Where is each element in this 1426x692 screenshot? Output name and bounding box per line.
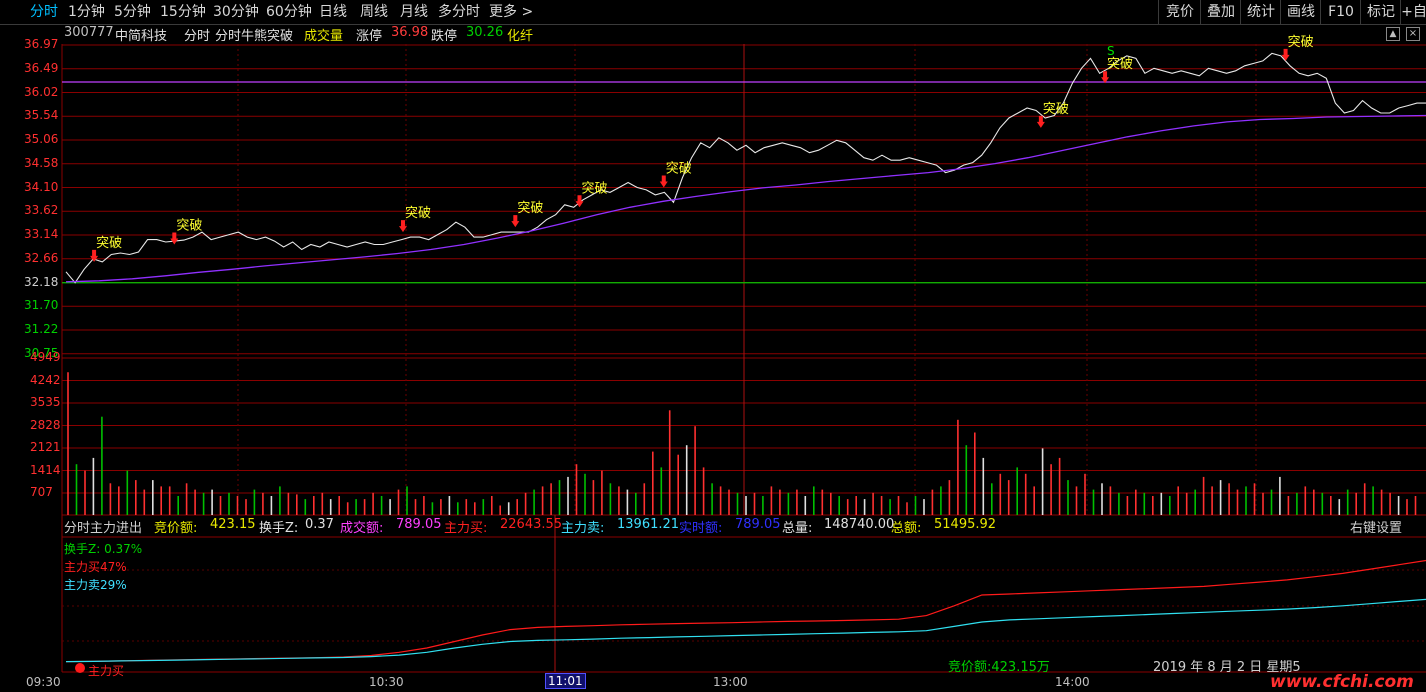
price-tick-label: 36.02: [24, 84, 59, 99]
realtime-amount-label: 实时额:: [679, 521, 723, 536]
main-buy-label: 主力买:: [444, 521, 488, 536]
breakout-label: 突破: [1288, 34, 1314, 50]
volume-tick-label: 3535: [30, 395, 61, 409]
price-tick-label: 36.49: [24, 60, 59, 75]
price-tick-label: 33.14: [24, 227, 59, 241]
price-tick-label: 32.66: [24, 250, 59, 265]
main-sell-value: 13961.21: [617, 517, 680, 532]
legend-turnover: 换手Z: 0.37%: [64, 542, 143, 556]
crosshair-time-tick: 11:01: [545, 673, 586, 689]
main-sell-label: 主力卖:: [561, 521, 605, 536]
turnover-value: 0.37: [305, 517, 334, 532]
indicator-header: 分时主力进出 竞价额: 423.15 换手Z: 0.37 成交额: 789.05…: [0, 516, 1426, 536]
turnover-label: 换手Z:: [259, 521, 299, 536]
time-tick: 14:00: [1055, 675, 1090, 689]
price-tick-label: 34.58: [24, 155, 59, 170]
breakout-label: 突破: [1107, 56, 1133, 72]
price-tick-label: 36.97: [24, 37, 59, 51]
volume-tick-label: 2121: [30, 440, 61, 454]
breakout-label: 突破: [666, 160, 692, 176]
price-tick-label: 32.18: [24, 274, 59, 289]
time-tick: 09:30: [26, 675, 61, 689]
main-sell-line: [65, 598, 1426, 663]
volume-tick-label: 4949: [30, 350, 61, 364]
signal-s-label: S: [1107, 44, 1115, 58]
price-tick-label: 31.70: [24, 298, 59, 313]
volume-tick-label: 2828: [30, 417, 61, 432]
total-volume-label: 总量:: [782, 521, 813, 536]
total-amount-value: 51495.92: [934, 517, 997, 532]
bid-amount-note: 竞价额:423.15万: [948, 660, 1050, 675]
price-tick-label: 35.06: [24, 132, 59, 146]
main-buy-value: 22643.55: [500, 517, 563, 532]
main-buy-marker-icon: [75, 663, 85, 673]
price-line: [65, 52, 1426, 284]
bid-amount-label: 竞价额:: [154, 521, 198, 536]
price-tick-label: 31.22: [24, 322, 59, 336]
breakout-arrow-icon: [659, 175, 668, 188]
breakout-label: 突破: [405, 205, 431, 221]
total-amount-label: 总额:: [891, 521, 922, 536]
price-tick-label: 34.10: [24, 179, 59, 194]
main-buy-marker-label: 主力买: [88, 664, 125, 678]
realtime-amount-value: 789.05: [735, 517, 781, 532]
breakout-label: 突破: [96, 235, 122, 251]
right-click-settings[interactable]: 右键设置: [1350, 517, 1402, 536]
indicator-legend: 换手Z: 0.37% 主力买47% 主力卖29%: [64, 540, 142, 594]
volume-tick-label: 4242: [30, 372, 61, 387]
time-tick: 10:30: [369, 675, 404, 689]
intraday-chart[interactable]: 突破突破突破 突破突破突破突破突破S突破: [0, 0, 1426, 691]
breakout-arrow-icon: [170, 232, 179, 245]
volume-tick-label: 707: [30, 485, 53, 499]
watermark: www.cfchi.com: [1270, 672, 1414, 692]
breakout-arrow-icon: [1036, 115, 1045, 128]
breakout-label: 突破: [176, 218, 202, 234]
deal-amount-value: 789.05: [396, 517, 442, 532]
total-volume-value: 148740.00: [824, 517, 895, 532]
indicator-title[interactable]: 分时主力进出: [64, 517, 142, 536]
time-tick: 13:00: [713, 675, 748, 689]
legend-main-buy: 主力买47%: [64, 560, 127, 574]
price-tick-label: 33.62: [24, 203, 59, 218]
breakout-arrow-icon: [1281, 48, 1290, 61]
legend-main-sell: 主力卖29%: [64, 578, 127, 592]
breakout-label: 突破: [582, 180, 608, 196]
volume-tick-label: 1414: [30, 462, 61, 477]
breakout-label: 突破: [517, 200, 543, 216]
breakout-arrow-icon: [511, 215, 520, 228]
breakout-label: 突破: [1043, 101, 1069, 117]
deal-amount-label: 成交额:: [340, 521, 384, 536]
price-tick-label: 35.54: [24, 108, 59, 123]
bid-amount-value: 423.15: [210, 517, 256, 532]
